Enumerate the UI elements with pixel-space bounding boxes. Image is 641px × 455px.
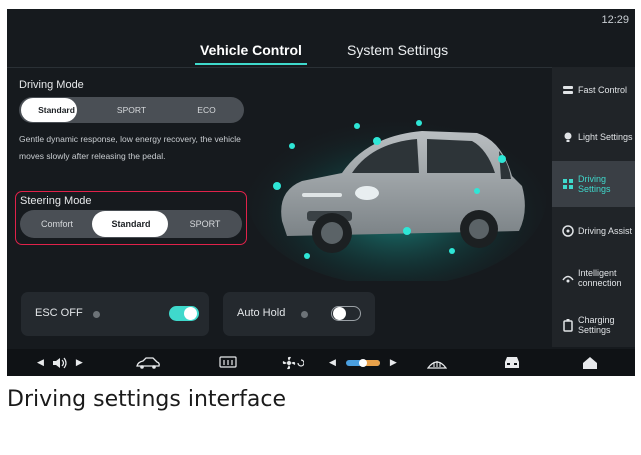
- sidebar-item-label: Intelligent connection: [578, 268, 622, 288]
- steering-mode-panel: Steering Mode Comfort Standard SPORT: [20, 195, 242, 238]
- driving-settings-icon: [558, 178, 578, 190]
- steering-option-sport[interactable]: SPORT: [168, 219, 242, 229]
- top-tabs: Vehicle Control System Settings: [7, 39, 635, 71]
- steering-mode-selector[interactable]: Comfort Standard SPORT: [20, 210, 242, 238]
- chevron-right-icon[interactable]: ▶: [76, 357, 83, 368]
- steering-option-comfort[interactable]: Comfort: [20, 219, 94, 229]
- steering-option-standard[interactable]: Standard: [94, 219, 168, 229]
- car-outline-icon[interactable]: [135, 349, 161, 376]
- tab-divider: [7, 67, 552, 68]
- sidebar-item-driving-settings[interactable]: Driving Settings: [552, 161, 635, 207]
- settings-sidebar: Fast Control Light Settings Driving Sett…: [552, 67, 635, 347]
- car-infotainment-screen: 12:29 Vehicle Control System Settings Dr…: [7, 9, 635, 376]
- driving-mode-option-standard[interactable]: Standard: [19, 105, 94, 115]
- sidebar-item-label: Driving Settings: [578, 174, 611, 194]
- chevron-left-icon[interactable]: ◀: [37, 357, 44, 368]
- driving-mode-option-eco[interactable]: ECO: [169, 105, 244, 115]
- rear-defrost-icon[interactable]: [219, 349, 237, 376]
- auto-hold-toggle[interactable]: [331, 306, 361, 321]
- volume-control[interactable]: ◀ ▶: [37, 349, 83, 376]
- esc-off-toggle[interactable]: [169, 306, 199, 321]
- sidebar-item-label: Light Settings: [578, 132, 633, 142]
- driving-mode-selector[interactable]: Standard SPORT ECO: [19, 97, 244, 123]
- driving-mode-description: Gentle dynamic response, low energy reco…: [19, 134, 241, 161]
- front-defrost-icon[interactable]: [427, 349, 447, 376]
- steering-wheel-icon: [558, 225, 578, 237]
- auto-hold-label: Auto Hold: [237, 307, 286, 319]
- toggle-knob: [333, 307, 346, 320]
- fan-icon[interactable]: [282, 349, 304, 376]
- sidebar-item-label: Fast Control: [578, 85, 628, 95]
- sidebar-item-intelligent-connection[interactable]: Intelligent connection: [552, 255, 635, 301]
- esc-off-card: ESC OFF: [21, 292, 209, 336]
- connection-icon: [558, 272, 578, 284]
- light-icon: [558, 131, 578, 143]
- sidebar-item-label: Driving Assist: [578, 226, 633, 236]
- sidebar-item-light-settings[interactable]: Light Settings: [552, 114, 635, 160]
- figure-caption: Driving settings interface: [7, 387, 286, 412]
- steering-mode-highlight: Steering Mode Comfort Standard SPORT: [15, 191, 247, 245]
- toggle-knob: [184, 307, 197, 320]
- temperature-slider[interactable]: ◀ ▶: [329, 349, 397, 376]
- status-clock: 12:29: [601, 14, 629, 26]
- vehicle-illustration: [247, 81, 550, 286]
- home-icon[interactable]: [582, 349, 598, 376]
- fast-control-icon: [558, 84, 578, 96]
- active-tab-indicator: [195, 63, 307, 65]
- status-dot: [301, 311, 308, 318]
- bottom-control-bar: ◀ ▶ ◀ ▶: [7, 349, 635, 376]
- sidebar-item-fast-control[interactable]: Fast Control: [552, 67, 635, 113]
- auto-hold-card: Auto Hold: [223, 292, 375, 336]
- chevron-left-icon[interactable]: ◀: [329, 357, 336, 368]
- driving-mode-panel: Driving Mode Standard SPORT ECO Gentle d…: [19, 79, 244, 165]
- sidebar-item-driving-assist[interactable]: Driving Assist: [552, 208, 635, 254]
- battery-icon: [558, 318, 578, 332]
- driving-mode-label: Driving Mode: [19, 79, 84, 91]
- volume-icon: [52, 357, 67, 368]
- sidebar-item-label: Charging Settings: [578, 315, 615, 335]
- status-dot: [93, 311, 100, 318]
- driving-mode-option-sport[interactable]: SPORT: [94, 105, 169, 115]
- steering-mode-label: Steering Mode: [20, 195, 92, 207]
- car-front-icon[interactable]: [503, 349, 521, 376]
- figure-frame: 12:29 Vehicle Control System Settings Dr…: [0, 0, 641, 455]
- esc-off-label: ESC OFF: [35, 307, 83, 319]
- tab-vehicle-control[interactable]: Vehicle Control: [200, 42, 302, 58]
- chevron-right-icon[interactable]: ▶: [390, 357, 397, 368]
- tab-system-settings[interactable]: System Settings: [347, 42, 448, 58]
- temperature-bar: [345, 358, 380, 367]
- sidebar-item-charging-settings[interactable]: Charging Settings: [552, 302, 635, 348]
